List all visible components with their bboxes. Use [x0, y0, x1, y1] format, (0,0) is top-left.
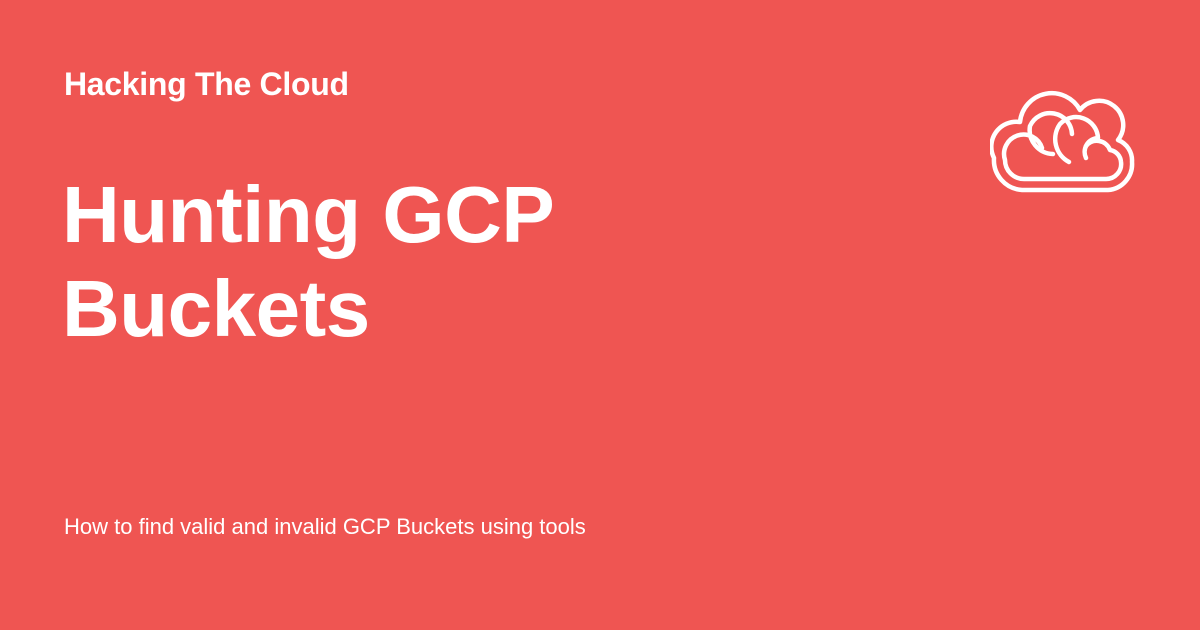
cloud-icon — [990, 90, 1135, 193]
page-description: How to find valid and invalid GCP Bucket… — [64, 514, 586, 539]
site-name: Hacking The Cloud — [64, 66, 349, 102]
page-title: Hunting GCP Buckets — [62, 168, 822, 356]
page-title-line-1: Hunting GCP — [62, 170, 555, 259]
page-title-line-2: Buckets — [62, 264, 370, 353]
